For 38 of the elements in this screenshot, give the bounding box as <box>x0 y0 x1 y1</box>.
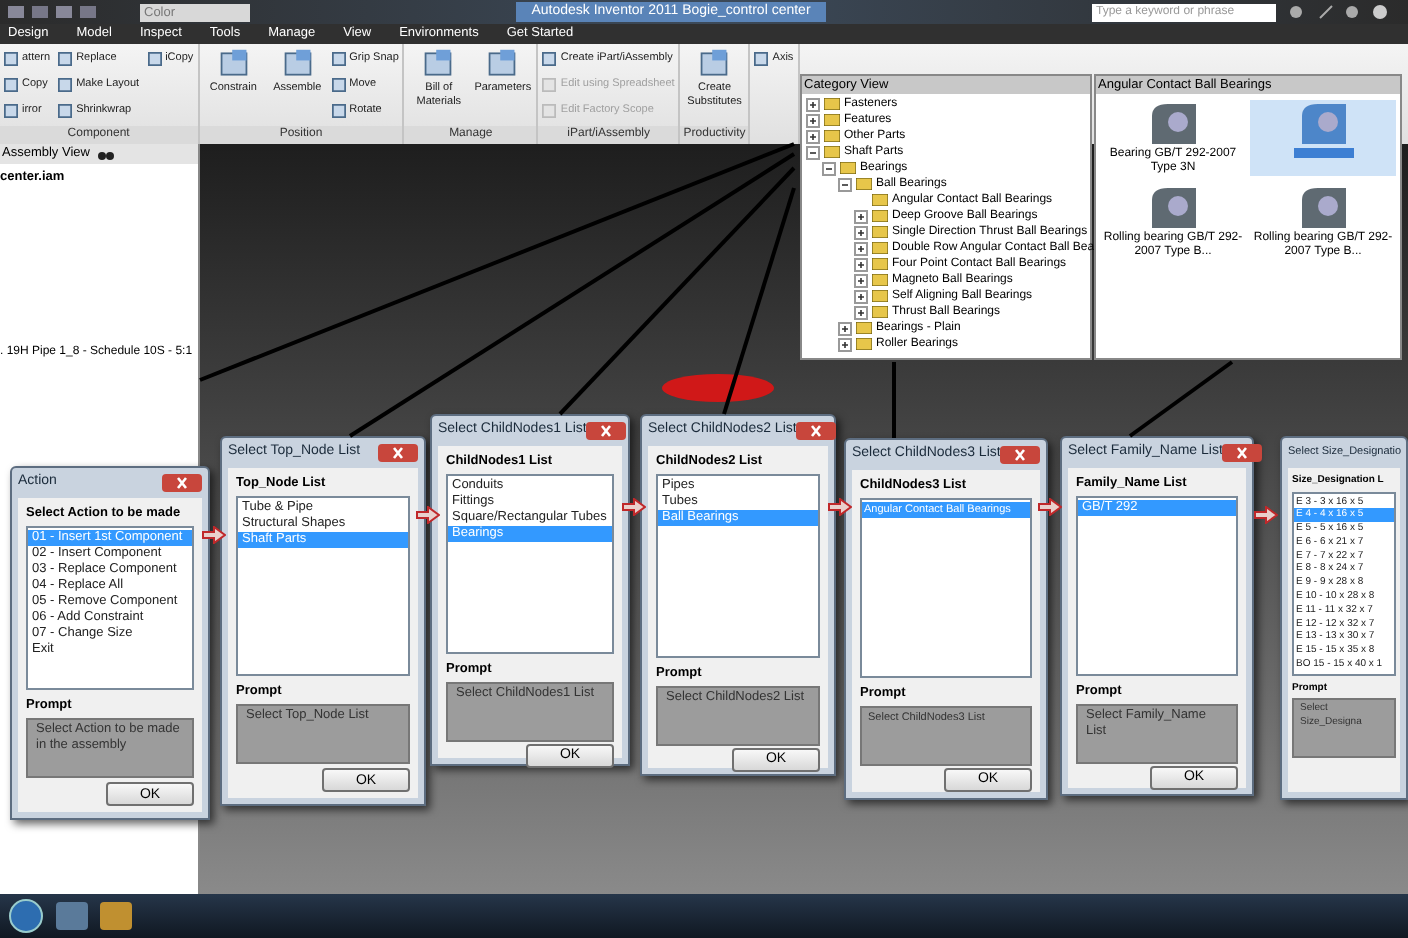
tool-icon <box>486 48 519 80</box>
expand-icon[interactable] <box>854 273 868 287</box>
expand-icon[interactable] <box>806 113 820 127</box>
tool-icon <box>754 52 769 66</box>
arrow-right-icon <box>1254 506 1278 524</box>
expand-icon[interactable] <box>854 225 868 239</box>
collapse-icon[interactable] <box>838 177 852 191</box>
expand-icon[interactable] <box>838 321 852 335</box>
leader-line <box>892 362 896 438</box>
tool-icon <box>422 48 455 80</box>
tool-icon <box>698 48 731 80</box>
selection-bar <box>1293 148 1353 158</box>
tool-icon <box>147 52 162 66</box>
expand-icon[interactable] <box>854 305 868 319</box>
family-item[interactable] <box>1250 100 1396 176</box>
tool-icon <box>217 48 250 80</box>
binoculars-icon[interactable] <box>97 148 114 160</box>
arrow-right-icon <box>622 498 646 516</box>
collapse-icon[interactable] <box>806 145 820 159</box>
expand-icon[interactable] <box>854 209 868 223</box>
arrow-right-icon <box>828 498 852 516</box>
arrow-right-icon <box>202 526 226 544</box>
expand-icon[interactable] <box>854 257 868 271</box>
cylinder-part-drawing <box>660 368 776 404</box>
list-box[interactable] <box>1292 491 1396 675</box>
expand-icon[interactable] <box>838 337 852 351</box>
close-icon[interactable] <box>1222 444 1263 462</box>
expand-icon[interactable] <box>806 97 820 111</box>
expand-icon[interactable] <box>806 129 820 143</box>
collapse-icon[interactable] <box>822 161 836 175</box>
expand-icon[interactable] <box>854 241 868 255</box>
leader-line <box>1128 360 1234 438</box>
arrow-right-icon <box>416 506 440 524</box>
close-icon[interactable] <box>796 422 837 440</box>
start-icon[interactable] <box>8 898 44 934</box>
tool-icon <box>281 48 314 80</box>
expand-icon[interactable] <box>854 289 868 303</box>
arrow-right-icon <box>1038 498 1062 516</box>
